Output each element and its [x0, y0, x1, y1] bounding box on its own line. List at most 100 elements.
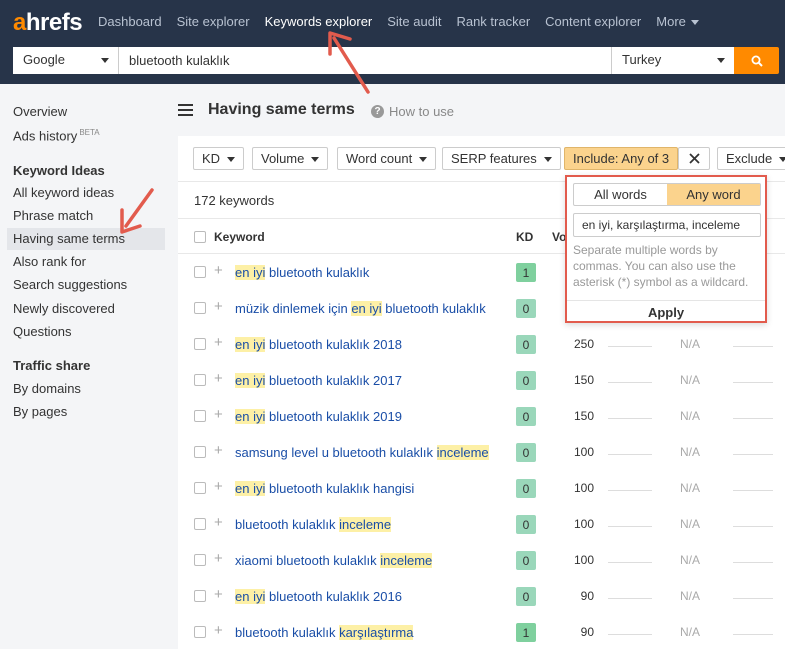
volume-value: 90	[580, 589, 594, 603]
include-filter-button[interactable]: Include: Any of 3	[564, 147, 679, 170]
ahrefs-logo[interactable]: ahrefs	[13, 9, 83, 37]
row-checkbox[interactable]	[194, 590, 206, 602]
row-checkbox[interactable]	[194, 554, 206, 566]
clicks-value: N/A	[680, 553, 701, 567]
nav-keywords-explorer[interactable]: Keywords explorer	[265, 14, 373, 29]
add-to-list-icon[interactable]: +	[214, 371, 223, 386]
clicks-value: N/A	[680, 409, 701, 423]
table-row: + xiaomi bluetooth kulaklık inceleme 0 100 N…	[178, 542, 785, 578]
sidebar-heading-keyword-ideas: Keyword Ideas	[13, 163, 105, 178]
sidebar-heading-traffic-share: Traffic share	[13, 358, 91, 373]
kd-badge: 0	[516, 587, 536, 606]
sidebar-item-phrase-match[interactable]: Phrase match	[13, 208, 93, 223]
row-checkbox[interactable]	[194, 518, 206, 530]
keyword-link[interactable]: bluetooth kulaklık inceleme	[235, 517, 392, 532]
volume-filter-button[interactable]: Volume	[252, 147, 329, 170]
trend-bar	[608, 490, 652, 491]
add-to-list-icon[interactable]: +	[214, 587, 223, 602]
sidebar-item-having-same-terms[interactable]: Having same terms	[7, 228, 165, 250]
main-nav: Dashboard Site explorer Keywords explore…	[98, 14, 714, 29]
keyword-link[interactable]: samsung level u bluetooth kulaklık incel…	[235, 445, 489, 460]
search-button[interactable]	[734, 47, 779, 74]
keyword-link[interactable]: bluetooth kulaklık karşılaştırma	[235, 625, 414, 640]
include-terms-input[interactable]	[573, 213, 761, 237]
clear-include-button[interactable]	[678, 147, 710, 170]
question-icon: ?	[371, 105, 384, 118]
exclude-filter-button[interactable]: Exclude	[717, 147, 785, 170]
kd-badge: 0	[516, 479, 536, 498]
keyword-link[interactable]: en iyi bluetooth kulaklık 2019	[235, 409, 402, 424]
volume-value: 100	[573, 481, 594, 495]
add-to-list-icon[interactable]: +	[214, 443, 223, 458]
keyword-count: 172 keywords	[194, 193, 275, 208]
keyword-text: bluetooth kulaklık	[265, 265, 370, 280]
trend-bar	[608, 526, 652, 527]
nav-content-explorer[interactable]: Content explorer	[545, 14, 641, 29]
all-words-option[interactable]: All words	[574, 184, 667, 205]
sidebar-item-also-rank-for[interactable]: Also rank for	[13, 254, 86, 269]
sidebar-item-ads-history[interactable]: Ads history BETA	[13, 128, 100, 143]
keyword-search-input[interactable]	[119, 47, 611, 74]
keyword-link[interactable]: en iyi bluetooth kulaklık 2017	[235, 373, 402, 388]
select-all-checkbox[interactable]	[194, 231, 206, 243]
row-checkbox[interactable]	[194, 302, 206, 314]
kd-badge: 0	[516, 335, 536, 354]
chevron-down-icon	[779, 157, 785, 163]
word-count-filter-button[interactable]: Word count	[337, 147, 437, 170]
nav-rank-tracker[interactable]: Rank tracker	[456, 14, 530, 29]
nav-more[interactable]: More	[656, 14, 699, 29]
search-icon	[751, 55, 763, 67]
volume-value: 150	[573, 409, 594, 423]
search-engine-select[interactable]: Google	[13, 47, 119, 74]
sidebar-item-all-keyword-ideas[interactable]: All keyword ideas	[13, 185, 114, 200]
clicks-bar	[733, 418, 773, 419]
sidebar-item-newly-discovered[interactable]: Newly discovered	[13, 301, 115, 316]
keyword-text: bluetooth kulaklık 2017	[265, 373, 402, 388]
keyword-link[interactable]: en iyi bluetooth kulaklık	[235, 265, 369, 280]
row-checkbox[interactable]	[194, 374, 206, 386]
how-to-use-link[interactable]: ? How to use	[371, 104, 454, 119]
table-row: + bluetooth kulaklık inceleme 0 100 N/A	[178, 506, 785, 542]
column-kd[interactable]: KD	[516, 230, 533, 244]
kd-filter-button[interactable]: KD	[193, 147, 245, 170]
add-to-list-icon[interactable]: +	[214, 479, 223, 494]
nav-site-audit[interactable]: Site audit	[387, 14, 441, 29]
add-to-list-icon[interactable]: +	[214, 263, 223, 278]
sidebar-item-questions[interactable]: Questions	[13, 324, 72, 339]
nav-site-explorer[interactable]: Site explorer	[177, 14, 250, 29]
add-to-list-icon[interactable]: +	[214, 515, 223, 530]
chevron-down-icon	[101, 58, 109, 63]
chevron-down-icon	[311, 157, 320, 163]
serp-features-filter-button[interactable]: SERP features	[442, 147, 561, 170]
row-checkbox[interactable]	[194, 266, 206, 278]
sidebar-item-overview[interactable]: Overview	[13, 104, 67, 119]
row-checkbox[interactable]	[194, 626, 206, 638]
kd-badge: 0	[516, 515, 536, 534]
keyword-link[interactable]: en iyi bluetooth kulaklık 2016	[235, 589, 402, 604]
apply-button[interactable]: Apply	[567, 300, 765, 323]
keyword-link[interactable]: xiaomi bluetooth kulaklık inceleme	[235, 553, 433, 568]
keyword-link[interactable]: müzik dinlemek için en iyi bluetooth kul…	[235, 301, 486, 316]
add-to-list-icon[interactable]: +	[214, 623, 223, 638]
row-checkbox[interactable]	[194, 482, 206, 494]
chevron-down-icon	[690, 20, 699, 26]
sidebar-item-by-pages[interactable]: By pages	[13, 404, 67, 419]
column-keyword[interactable]: Keyword	[214, 230, 265, 244]
row-checkbox[interactable]	[194, 446, 206, 458]
trend-bar	[608, 346, 652, 347]
add-to-list-icon[interactable]: +	[214, 299, 223, 314]
country-select[interactable]: Turkey	[611, 47, 734, 74]
highlighted-term: karşılaştırma	[339, 625, 414, 640]
add-to-list-icon[interactable]: +	[214, 551, 223, 566]
add-to-list-icon[interactable]: +	[214, 407, 223, 422]
hamburger-menu-icon[interactable]	[178, 104, 193, 116]
sidebar-item-by-domains[interactable]: By domains	[13, 381, 81, 396]
add-to-list-icon[interactable]: +	[214, 335, 223, 350]
row-checkbox[interactable]	[194, 338, 206, 350]
any-word-option[interactable]: Any word	[667, 184, 760, 205]
nav-dashboard[interactable]: Dashboard	[98, 14, 162, 29]
sidebar-item-search-suggestions[interactable]: Search suggestions	[13, 277, 127, 292]
keyword-link[interactable]: en iyi bluetooth kulaklık hangisi	[235, 481, 414, 496]
keyword-link[interactable]: en iyi bluetooth kulaklık 2018	[235, 337, 402, 352]
row-checkbox[interactable]	[194, 410, 206, 422]
